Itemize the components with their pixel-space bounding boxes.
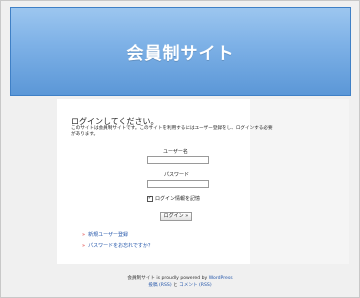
- sidebar-area: [250, 99, 349, 264]
- login-button[interactable]: ログイン »: [160, 212, 192, 221]
- lost-password-link-row: » パスワードをお忘れですか？: [82, 242, 153, 250]
- remember-me-label: ログイン情報を記憶: [155, 196, 201, 202]
- lost-password-link[interactable]: パスワードをお忘れですか？: [88, 242, 153, 249]
- password-input[interactable]: [147, 180, 209, 188]
- footer-feeds: 投稿 (RSS) と コメント (RSS): [0, 282, 360, 288]
- remember-me-checkbox[interactable]: ✓: [147, 195, 153, 202]
- footer-and-text: と: [173, 283, 178, 288]
- footer-site-name[interactable]: 会員制サイト: [127, 276, 155, 281]
- remember-me-row[interactable]: ✓ ログイン情報を記憶: [147, 195, 200, 202]
- entries-rss-link[interactable]: 投稿 (RSS): [148, 283, 171, 288]
- username-label: ユーザー名: [163, 149, 188, 155]
- footer-credits: 会員制サイト is proudly powered by WordPress: [0, 275, 360, 281]
- register-link[interactable]: 新規ユーザー登録: [88, 231, 128, 238]
- comments-rss-link[interactable]: コメント (RSS): [179, 283, 211, 288]
- login-description: このサイトは会員制サイトです。このサイトを利用するにはユーザー登録をし、ログイン…: [71, 126, 273, 137]
- password-label: パスワード: [164, 172, 190, 178]
- bullet-icon: »: [82, 231, 86, 238]
- site-title[interactable]: 会員制サイト: [127, 39, 235, 64]
- wordpress-link[interactable]: WordPress: [209, 276, 233, 281]
- register-link-row: » 新規ユーザー登録: [82, 231, 128, 239]
- footer-powered-text: is proudly powered by: [156, 276, 208, 281]
- username-input[interactable]: [147, 156, 209, 164]
- site-header: 会員制サイト: [10, 7, 351, 96]
- bullet-icon: »: [82, 242, 86, 249]
